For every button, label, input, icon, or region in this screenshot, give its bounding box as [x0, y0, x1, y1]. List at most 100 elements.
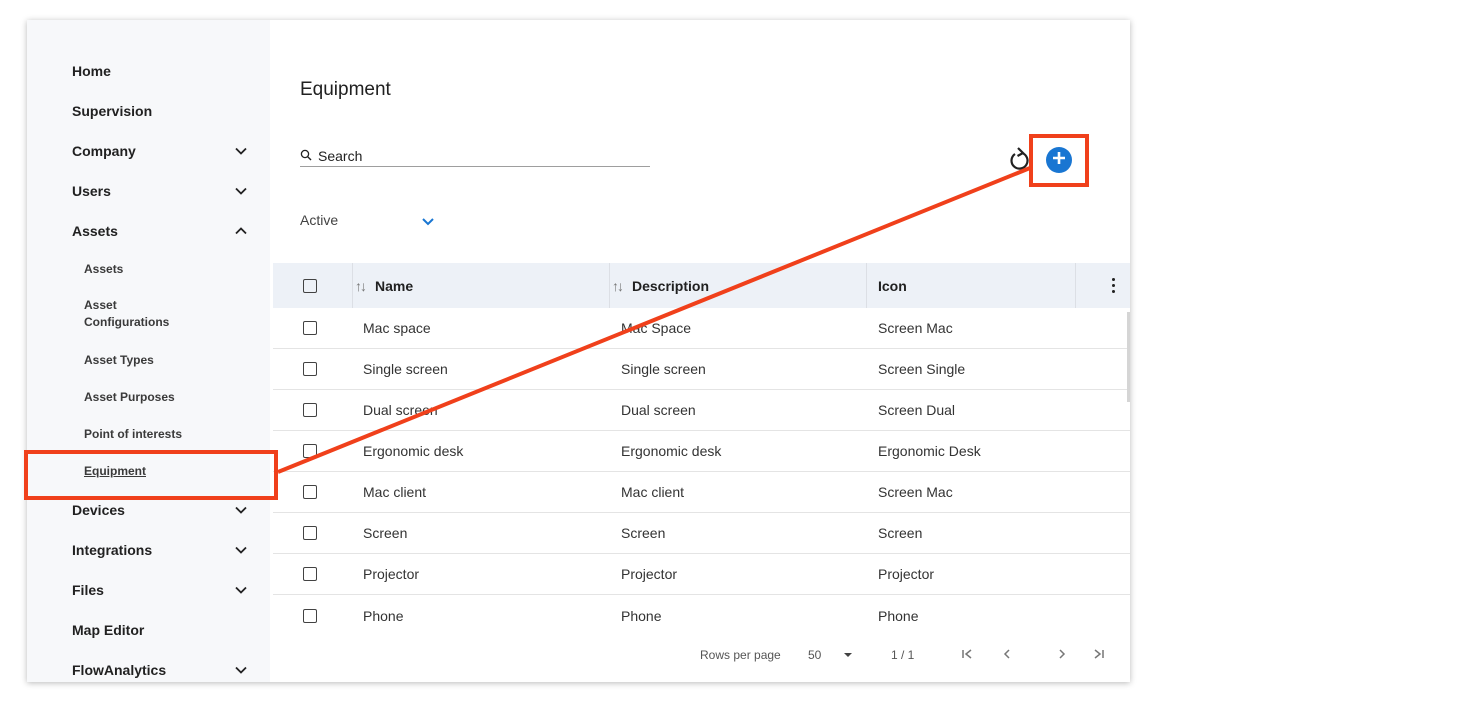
cell-icon: Screen	[878, 525, 923, 541]
row-checkbox[interactable]	[303, 608, 317, 623]
chevron-down-icon	[235, 145, 247, 157]
last-page-icon[interactable]	[1092, 646, 1106, 665]
row-checkbox[interactable]	[303, 526, 317, 540]
cell-name: Mac client	[363, 484, 427, 500]
chevron-down-icon[interactable]	[842, 646, 854, 665]
cell-description: Dual screen	[621, 402, 696, 418]
sidebar-item-label: FlowAnalytics	[72, 662, 167, 678]
search-input[interactable]	[318, 147, 618, 164]
table-row[interactable]: Screen Screen Screen	[273, 513, 1130, 554]
app-window: Home Supervision Company Users Assets As…	[27, 20, 1130, 682]
cell-name: Dual screen	[363, 402, 438, 418]
column-header-name[interactable]: ↑↓ Name	[355, 278, 413, 294]
sidebar: Home Supervision Company Users Assets As…	[27, 20, 270, 682]
sidebar-subitem-asset-types[interactable]: Asset Types	[84, 352, 234, 369]
row-checkbox[interactable]	[303, 485, 317, 499]
sidebar-item-files[interactable]: Files	[72, 578, 247, 602]
highlight-box-add-button	[1029, 134, 1089, 187]
sort-icon: ↑↓	[355, 277, 367, 294]
table-row[interactable]: Mac space Mac Space Screen Mac	[273, 308, 1130, 349]
sidebar-item-integrations[interactable]: Integrations	[72, 538, 247, 562]
sidebar-item-label: Map Editor	[72, 622, 145, 638]
row-checkbox[interactable]	[303, 444, 317, 458]
more-vert-icon[interactable]	[1112, 278, 1116, 293]
chevron-down-icon	[235, 544, 247, 556]
chevron-down-icon[interactable]	[421, 214, 435, 232]
prev-page-icon[interactable]	[1001, 646, 1013, 665]
cell-icon: Projector	[878, 566, 935, 582]
cell-icon: Ergonomic Desk	[878, 443, 981, 459]
table-row[interactable]: Ergonomic desk Ergonomic desk Ergonomic …	[273, 431, 1130, 472]
sidebar-subitem-asset-configurations[interactable]: Asset Configurations	[84, 297, 184, 331]
row-checkbox[interactable]	[303, 362, 317, 376]
column-divider	[352, 263, 353, 308]
column-header-label: Name	[375, 277, 414, 294]
equipment-table: ↑↓ Name ↑↓ Description Icon Mac space Ma…	[273, 263, 1130, 636]
cell-name: Projector	[363, 566, 420, 582]
sidebar-item-assets[interactable]: Assets	[72, 219, 247, 243]
table-row[interactable]: Single screen Single screen Screen Singl…	[273, 349, 1130, 390]
sidebar-item-users[interactable]: Users	[72, 179, 247, 203]
cell-icon: Screen Mac	[878, 484, 953, 500]
cell-name: Ergonomic desk	[363, 443, 464, 459]
column-header-label: Description	[632, 277, 710, 294]
cell-description: Projector	[621, 566, 678, 582]
sort-icon: ↑↓	[612, 277, 624, 294]
sidebar-item-label: Company	[72, 143, 136, 159]
sidebar-item-supervision[interactable]: Supervision	[72, 99, 247, 123]
cell-icon: Screen Mac	[878, 320, 953, 336]
page-info: 1 / 1	[891, 648, 915, 662]
search-icon	[300, 148, 312, 164]
sidebar-item-flowanalytics[interactable]: FlowAnalytics	[72, 658, 247, 682]
sidebar-item-label: Home	[72, 63, 111, 79]
table-header: ↑↓ Name ↑↓ Description Icon	[273, 263, 1130, 308]
column-header-description[interactable]: ↑↓ Description	[612, 278, 709, 294]
status-filter-value: Active	[300, 212, 339, 228]
cell-description: Screen	[621, 525, 666, 541]
sidebar-item-home[interactable]: Home	[72, 59, 247, 83]
cell-icon: Screen Dual	[878, 402, 956, 418]
chevron-down-icon	[235, 504, 247, 516]
cell-description: Ergonomic desk	[621, 443, 722, 459]
select-all-checkbox[interactable]	[303, 278, 317, 293]
row-checkbox[interactable]	[303, 403, 317, 417]
sidebar-item-label: Files	[72, 582, 104, 598]
cell-name: Screen	[363, 525, 408, 541]
table-row[interactable]: Dual screen Dual screen Screen Dual	[273, 390, 1130, 431]
cell-name: Mac space	[363, 320, 431, 336]
refresh-button[interactable]	[1007, 147, 1031, 173]
cell-icon: Phone	[878, 607, 919, 624]
chevron-down-icon	[235, 185, 247, 197]
sidebar-item-company[interactable]: Company	[72, 139, 247, 163]
column-header-icon[interactable]: Icon	[878, 278, 907, 294]
column-divider	[866, 263, 867, 308]
table-row[interactable]: Mac client Mac client Screen Mac	[273, 472, 1130, 513]
highlight-box-equipment	[24, 450, 278, 500]
cell-name: Single screen	[363, 361, 448, 377]
sidebar-item-label: Supervision	[72, 103, 153, 119]
status-filter[interactable]: Active	[300, 212, 338, 228]
row-checkbox[interactable]	[303, 321, 317, 335]
cell-description: Single screen	[621, 361, 706, 377]
rows-per-page-select[interactable]: 50	[808, 648, 821, 662]
row-checkbox[interactable]	[303, 567, 317, 581]
column-divider	[1075, 263, 1076, 308]
first-page-icon[interactable]	[960, 646, 974, 665]
table-row[interactable]: Projector Projector Projector	[273, 554, 1130, 595]
cell-description: Mac client	[621, 484, 685, 500]
table-row[interactable]: Phone Phone Phone	[273, 595, 1130, 636]
table-scrollbar[interactable]	[1127, 312, 1130, 402]
next-page-icon[interactable]	[1056, 646, 1068, 665]
cell-description: Mac Space	[621, 320, 692, 336]
sidebar-subitem-asset-purposes[interactable]: Asset Purposes	[84, 389, 234, 406]
sidebar-item-label: Devices	[72, 502, 125, 518]
chevron-down-icon	[235, 664, 247, 676]
chevron-up-icon	[235, 225, 247, 237]
sidebar-item-label: Users	[72, 183, 111, 199]
sidebar-item-map-editor[interactable]: Map Editor	[72, 618, 247, 642]
sidebar-subitem-point-of-interests[interactable]: Point of interests	[84, 426, 234, 443]
sidebar-item-devices[interactable]: Devices	[72, 498, 247, 522]
pagination: Rows per page 50 1 / 1	[270, 646, 1130, 666]
sidebar-subitem-assets[interactable]: Assets	[84, 261, 234, 278]
refresh-icon	[1007, 147, 1031, 177]
